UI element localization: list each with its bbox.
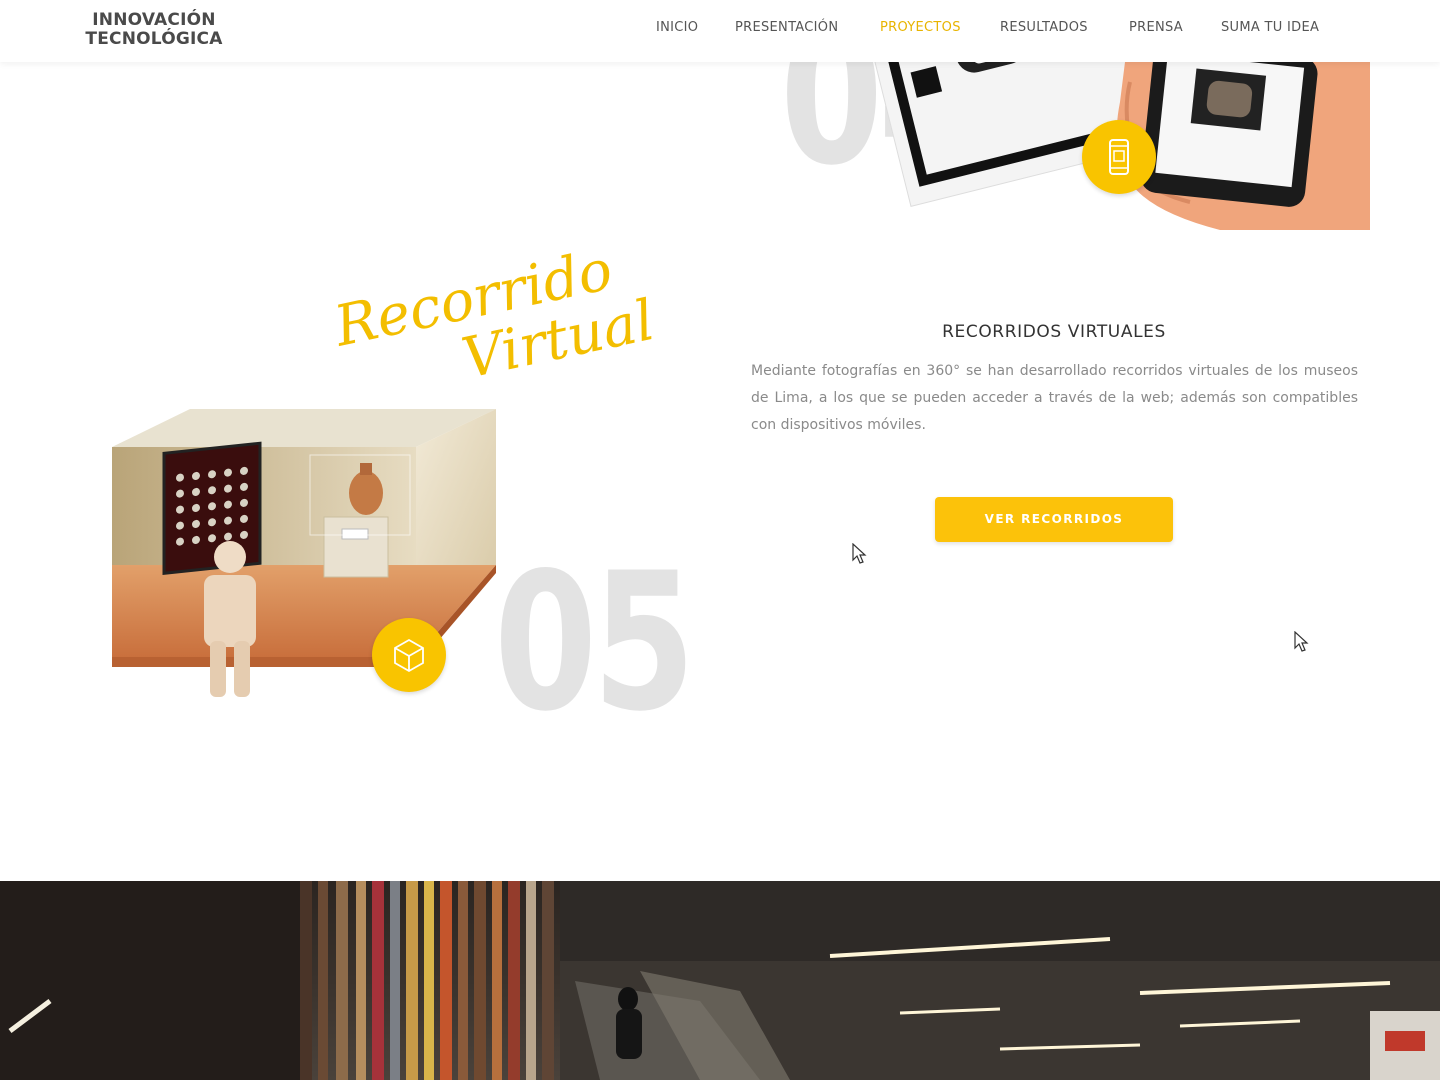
museum-room-illustration <box>112 409 496 697</box>
nav-prensa[interactable]: PRENSA <box>1129 20 1183 35</box>
project-05-badge <box>372 618 446 692</box>
project-05-number: 05 <box>494 532 696 753</box>
nav-resultados[interactable]: RESULTADOS <box>1000 20 1088 35</box>
mouse-cursor-icon <box>852 543 867 564</box>
nav-suma-tu-idea[interactable]: SUMA TU IDEA <box>1221 20 1319 35</box>
project-04-visual: 04 <box>770 62 1370 230</box>
nav-proyectos[interactable]: PROYECTOS <box>880 20 961 35</box>
mouse-cursor-icon <box>1294 631 1309 652</box>
section-description: Mediante fotografías en 360° se han desa… <box>751 363 1358 433</box>
cube-icon <box>394 638 424 673</box>
project-04-badge <box>1082 120 1156 194</box>
mobile-phone-icon <box>1109 139 1129 175</box>
recorrido-virtual-script: Recorrido Virtual <box>329 235 660 413</box>
station-photo-illustration <box>0 881 1440 1080</box>
site-header: INNOVACIÓN TECNOLÓGICA INICIO PRESENTACI… <box>0 0 1440 62</box>
nav-presentacion[interactable]: PRESENTACIÓN <box>735 20 838 35</box>
ar-marker-illustration <box>864 62 1370 230</box>
section-title: RECORRIDOS VIRTUALES <box>942 322 1166 342</box>
ver-recorridos-button[interactable]: VER RECORRIDOS <box>935 497 1173 542</box>
nav-inicio[interactable]: INICIO <box>656 20 698 35</box>
metro-station-photo <box>0 881 1440 1080</box>
main-nav: INICIO PRESENTACIÓN PROYECTOS RESULTADOS… <box>0 20 1440 40</box>
